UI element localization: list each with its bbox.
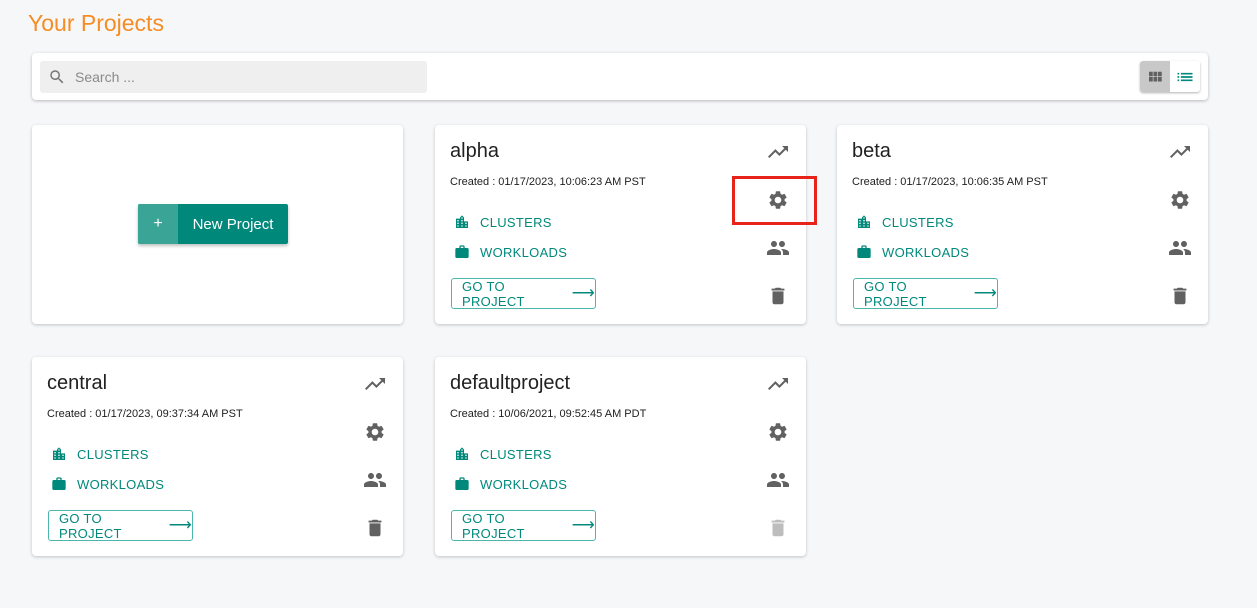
go-to-project-button[interactable]: GO TO PROJECT ⟶	[853, 278, 998, 309]
trending-up-icon[interactable]	[363, 372, 387, 396]
arrow-right-icon: ⟶	[571, 284, 595, 302]
people-icon[interactable]	[766, 236, 790, 260]
clusters-label: CLUSTERS	[480, 214, 552, 230]
project-card-central: central Created : 01/17/2023, 09:37:34 A…	[32, 357, 403, 556]
list-view-icon	[1177, 72, 1193, 81]
clusters-link[interactable]: CLUSTERS	[51, 446, 149, 462]
workloads-link[interactable]: WORKLOADS	[454, 476, 567, 492]
go-to-project-button[interactable]: GO TO PROJECT ⟶	[451, 278, 596, 309]
project-created: Created : 01/17/2023, 10:06:35 AM PST	[852, 176, 1048, 188]
workloads-link[interactable]: WORKLOADS	[51, 476, 164, 492]
arrow-right-icon: ⟶	[973, 284, 997, 302]
settings-gear-icon[interactable]	[363, 420, 387, 444]
trending-up-icon[interactable]	[766, 140, 790, 164]
toolbar	[32, 53, 1208, 100]
project-name: central	[47, 372, 108, 394]
workloads-label: WORKLOADS	[480, 476, 568, 492]
delete-icon[interactable]	[363, 516, 387, 540]
workloads-link[interactable]: WORKLOADS	[856, 244, 969, 260]
briefcase-icon	[455, 477, 469, 490]
new-project-label: New Project	[192, 215, 274, 233]
clusters-label: CLUSTERS	[882, 214, 954, 230]
clusters-label: CLUSTERS	[77, 446, 149, 462]
workloads-label: WORKLOADS	[77, 476, 165, 492]
search-icon	[50, 70, 64, 84]
project-created: Created : 01/17/2023, 09:37:34 AM PST	[47, 408, 243, 420]
clusters-link[interactable]: CLUSTERS	[856, 214, 954, 230]
project-created: Created : 10/06/2021, 09:52:45 AM PDT	[450, 408, 647, 420]
plus-icon: +	[138, 204, 178, 244]
new-project-card: + New Project	[32, 125, 403, 324]
delete-icon[interactable]	[766, 284, 790, 308]
go-to-project-label: GO TO PROJECT	[59, 510, 122, 541]
workloads-label: WORKLOADS	[480, 244, 568, 260]
list-view-button[interactable]	[1170, 61, 1200, 92]
briefcase-icon	[52, 477, 66, 490]
settings-gear-icon[interactable]	[1168, 188, 1192, 212]
people-icon[interactable]	[766, 468, 790, 492]
trending-up-icon[interactable]	[766, 372, 790, 396]
project-card-defaultproject: defaultproject Created : 10/06/2021, 09:…	[435, 357, 806, 556]
settings-gear-icon[interactable]	[766, 188, 790, 212]
clusters-icon	[858, 215, 870, 228]
search-box[interactable]	[40, 61, 427, 93]
people-icon[interactable]	[363, 468, 387, 492]
briefcase-icon	[455, 245, 469, 258]
go-to-project-label: GO TO PROJECT	[462, 510, 525, 541]
clusters-icon	[456, 447, 468, 460]
workloads-link[interactable]: WORKLOADS	[454, 244, 567, 260]
clusters-link[interactable]: CLUSTERS	[454, 446, 552, 462]
briefcase-icon	[857, 245, 871, 258]
delete-icon[interactable]	[1168, 284, 1192, 308]
project-name: alpha	[450, 140, 499, 162]
project-name: defaultproject	[450, 372, 571, 394]
go-to-project-button[interactable]: GO TO PROJECT ⟶	[451, 510, 596, 541]
search-input[interactable]	[73, 68, 403, 86]
clusters-icon	[53, 447, 65, 460]
grid-view-button[interactable]	[1140, 61, 1170, 92]
people-icon[interactable]	[1168, 236, 1192, 260]
go-to-project-button[interactable]: GO TO PROJECT ⟶	[48, 510, 193, 541]
new-project-button[interactable]: + New Project	[138, 204, 288, 244]
project-card-beta: beta Created : 01/17/2023, 10:06:35 AM P…	[837, 125, 1208, 324]
project-name: beta	[852, 140, 891, 162]
clusters-link[interactable]: CLUSTERS	[454, 214, 552, 230]
page-title: Your Projects	[28, 10, 164, 36]
settings-gear-icon[interactable]	[766, 420, 790, 444]
project-created: Created : 01/17/2023, 10:06:23 AM PST	[450, 176, 646, 188]
trending-up-icon[interactable]	[1168, 140, 1192, 164]
arrow-right-icon: ⟶	[168, 516, 192, 534]
go-to-project-label: GO TO PROJECT	[864, 278, 927, 309]
project-card-alpha: alpha Created : 01/17/2023, 10:06:23 AM …	[435, 125, 806, 324]
grid-view-icon	[1149, 71, 1162, 81]
arrow-right-icon: ⟶	[571, 516, 595, 534]
go-to-project-label: GO TO PROJECT	[462, 278, 525, 309]
delete-icon	[766, 516, 790, 540]
view-toggle	[1140, 61, 1200, 92]
workloads-label: WORKLOADS	[882, 244, 970, 260]
clusters-label: CLUSTERS	[480, 446, 552, 462]
clusters-icon	[456, 215, 468, 228]
